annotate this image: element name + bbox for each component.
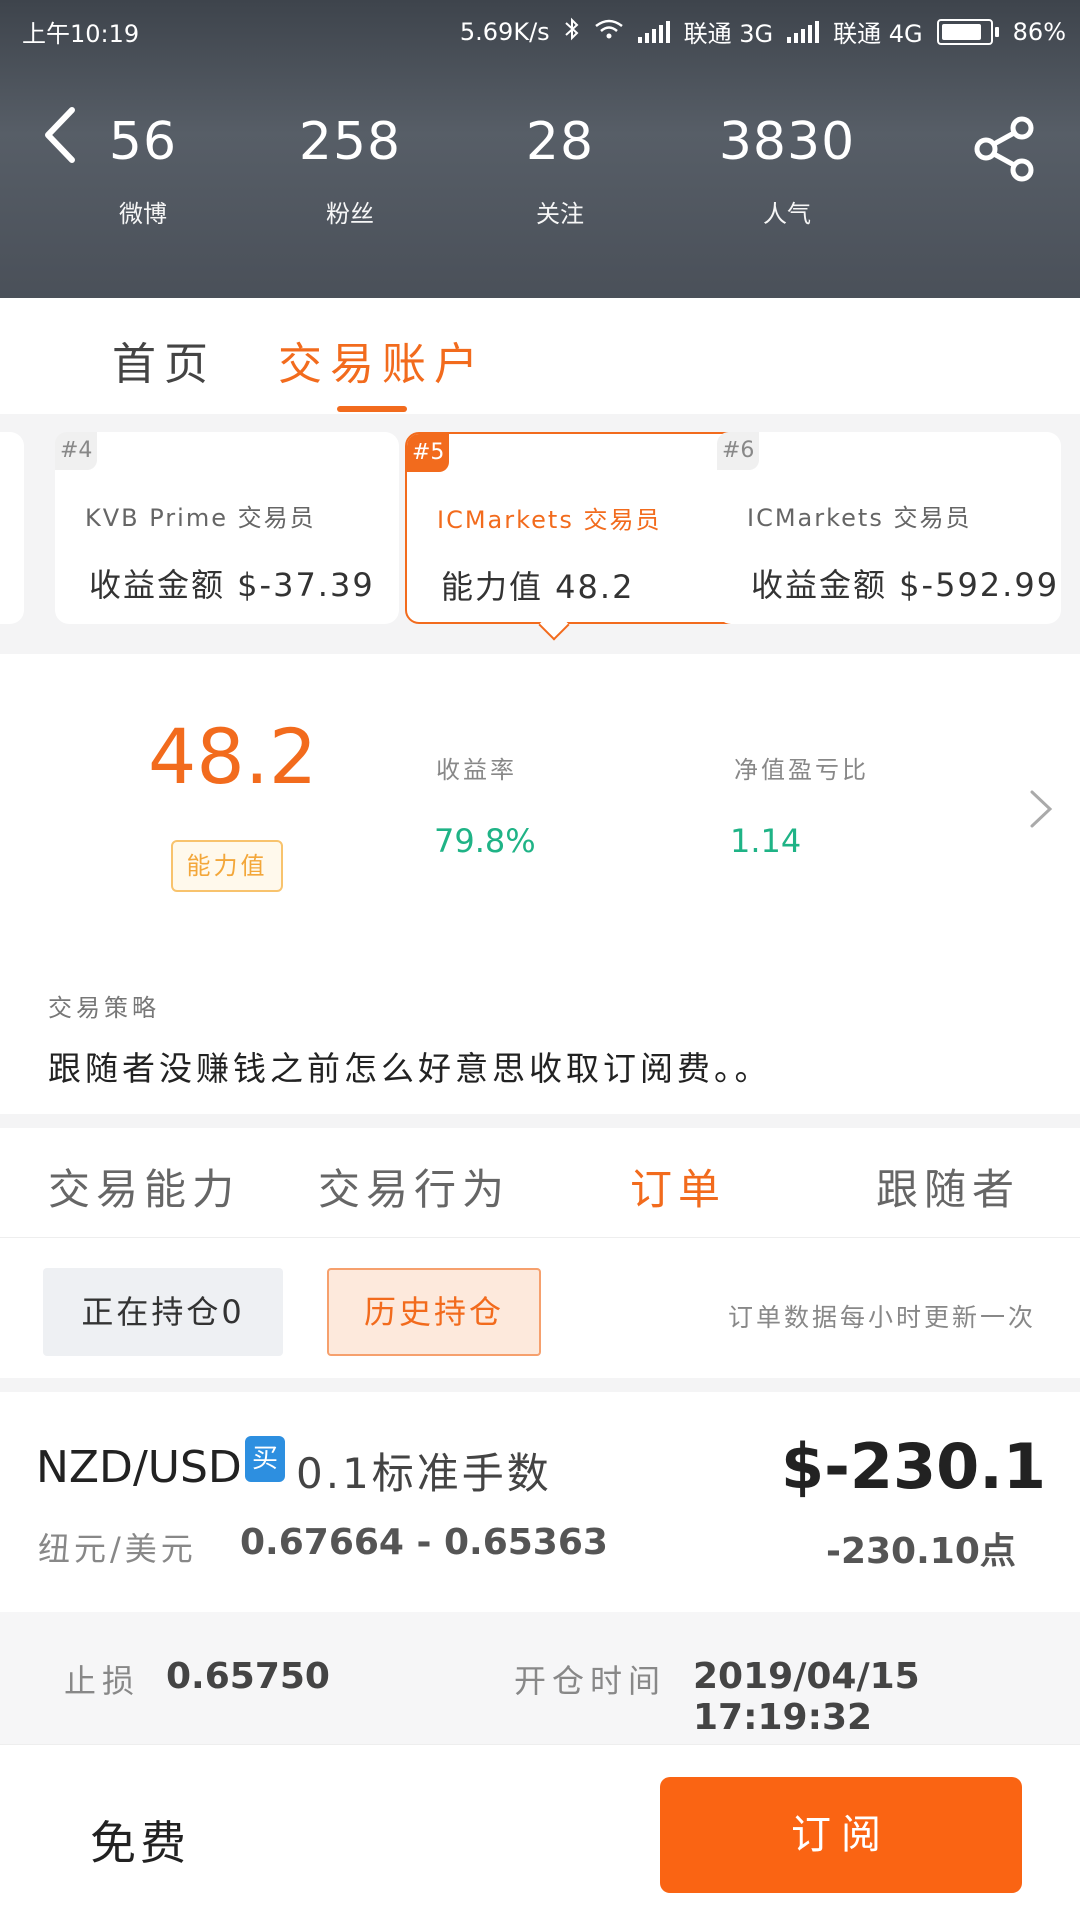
rank-badge: #4 bbox=[55, 432, 98, 470]
subscribe-button[interactable]: 订阅 bbox=[660, 1777, 1022, 1893]
trader-value: 能力值 48.2 bbox=[441, 568, 635, 606]
trader-cards-carousel[interactable]: #4 KVB Prime 交易员 收益金额 $-37.39 #5 ICMarke… bbox=[0, 414, 1080, 654]
trader-card-prev[interactable] bbox=[0, 432, 24, 624]
stat-label: 关注 bbox=[536, 200, 584, 228]
stat-label: 粉丝 bbox=[326, 200, 374, 228]
stat-label: 人气 bbox=[763, 200, 811, 228]
stop-loss-label: 止损 bbox=[64, 1662, 141, 1700]
lot-size: 0.1标准手数 bbox=[296, 1449, 552, 1498]
history-positions-button[interactable]: 历史持仓 bbox=[327, 1268, 541, 1356]
positions-toggle-bar: 正在持仓0 历史持仓 订单数据每小时更新一次 bbox=[0, 1238, 1080, 1378]
strategy-text: 跟随者没赚钱之前怎么好意思收取订阅费。。 bbox=[48, 1049, 772, 1088]
carrier-1: 联通 3G bbox=[683, 20, 774, 48]
stat-weibo[interactable]: 56 微博 bbox=[53, 112, 233, 229]
profile-header: 上午10:19 5.69K/s 联通 3G 联通 4G 86% 56 微博 25… bbox=[0, 0, 1080, 298]
trader-name: KVB Prime 交易员 bbox=[85, 504, 316, 532]
open-positions-button[interactable]: 正在持仓0 bbox=[43, 1268, 283, 1356]
active-tab-indicator bbox=[337, 406, 407, 412]
bluetooth-icon bbox=[564, 17, 580, 47]
status-bar: 上午10:19 5.69K/s 联通 3G 联通 4G 86% bbox=[0, 0, 1080, 60]
stop-loss-value: 0.65750 bbox=[166, 1656, 330, 1697]
carrier-2: 联通 4G bbox=[833, 20, 923, 48]
wifi-icon bbox=[594, 18, 624, 46]
tab-trading-account[interactable]: 交易账户 bbox=[278, 328, 486, 392]
currency-pair-cn: 纽元/美元 bbox=[38, 1530, 197, 1568]
price-label: 免费 bbox=[90, 1816, 190, 1870]
order-row[interactable]: NZD/USD 买 0.1标准手数 纽元/美元 0.67664 - 0.6536… bbox=[0, 1392, 1080, 1612]
stat-popularity: 3830 人气 bbox=[697, 112, 877, 229]
tab-orders[interactable]: 订单 bbox=[630, 1156, 726, 1217]
trader-name: ICMarkets 交易员 bbox=[747, 504, 972, 532]
battery-percent: 86% bbox=[1012, 17, 1066, 46]
signal-icon bbox=[787, 20, 820, 43]
open-time-label: 开仓时间 bbox=[514, 1662, 667, 1700]
selected-pointer bbox=[538, 609, 570, 641]
section-divider bbox=[0, 1378, 1080, 1392]
open-time-value: 2019/04/15 17:19:32 bbox=[693, 1656, 920, 1738]
share-button[interactable] bbox=[970, 114, 1040, 184]
tab-followers[interactable]: 跟随者 bbox=[876, 1156, 1020, 1217]
network-speed: 5.69K/s bbox=[459, 17, 550, 46]
main-tabs: 首页 交易账户 bbox=[0, 298, 1080, 414]
equity-ratio-value: 1.14 bbox=[730, 822, 802, 860]
section-tabs: 交易能力 交易行为 订单 跟随者 bbox=[0, 1128, 1080, 1238]
profit-loss-pips: -230.10点 bbox=[826, 1531, 1016, 1572]
currency-pair: NZD/USD bbox=[36, 1442, 242, 1493]
tab-home[interactable]: 首页 bbox=[112, 328, 216, 392]
trader-card[interactable]: #4 KVB Prime 交易员 收益金额 $-37.39 bbox=[55, 432, 399, 624]
tab-trading-behavior[interactable]: 交易行为 bbox=[318, 1156, 510, 1217]
stat-fans[interactable]: 258 粉丝 bbox=[260, 112, 440, 229]
chevron-right-icon bbox=[1030, 790, 1053, 828]
rank-badge: #6 bbox=[717, 432, 760, 470]
trader-value: 收益金额 $-37.39 bbox=[89, 566, 375, 604]
status-right: 5.69K/s 联通 3G 联通 4G 86% bbox=[460, 14, 1066, 49]
trader-value: 收益金额 $-592.99 bbox=[751, 566, 1060, 604]
bottom-bar: 免费 订阅 bbox=[0, 1744, 1080, 1920]
status-time: 上午10:19 bbox=[22, 20, 140, 48]
section-divider bbox=[0, 1114, 1080, 1128]
strategy-label: 交易策略 bbox=[48, 994, 160, 1022]
stat-label: 微博 bbox=[119, 200, 167, 228]
stat-value: 56 bbox=[108, 112, 178, 172]
rank-badge: #5 bbox=[407, 434, 450, 472]
ability-badge: 能力值 bbox=[171, 840, 283, 892]
stat-value: 3830 bbox=[718, 112, 856, 172]
account-summary: 48.2 能力值 收益率 79.8% 净值盈亏比 1.14 交易策略 跟随者没赚… bbox=[0, 654, 1080, 1114]
return-rate-value: 79.8% bbox=[434, 822, 536, 860]
trader-card[interactable]: #6 ICMarkets 交易员 收益金额 $-592.99 bbox=[717, 432, 1061, 624]
trader-card-selected[interactable]: #5 ICMarkets 交易员 能力值 48.2 bbox=[405, 432, 749, 641]
details-chevron-button[interactable] bbox=[1022, 784, 1062, 834]
share-icon bbox=[974, 116, 1034, 182]
stat-value: 28 bbox=[525, 112, 595, 172]
tab-trading-ability[interactable]: 交易能力 bbox=[48, 1156, 240, 1217]
buy-badge: 买 bbox=[245, 1436, 285, 1482]
return-rate-label: 收益率 bbox=[436, 756, 517, 784]
battery-icon bbox=[936, 18, 999, 45]
signal-icon bbox=[637, 20, 670, 43]
ability-score: 48.2 bbox=[148, 712, 318, 801]
update-note: 订单数据每小时更新一次 bbox=[727, 1303, 1036, 1332]
open-close-prices: 0.67664 - 0.65363 bbox=[240, 1522, 608, 1563]
order-detail: 止损 0.65750 开仓时间 2019/04/15 17:19:32 bbox=[0, 1612, 1080, 1744]
trader-name: ICMarkets 交易员 bbox=[437, 506, 662, 534]
profit-loss: $-230.1 bbox=[781, 1430, 1046, 1503]
equity-ratio-label: 净值盈亏比 bbox=[734, 756, 869, 784]
stat-value: 258 bbox=[298, 112, 402, 172]
stat-following[interactable]: 28 关注 bbox=[470, 112, 650, 229]
